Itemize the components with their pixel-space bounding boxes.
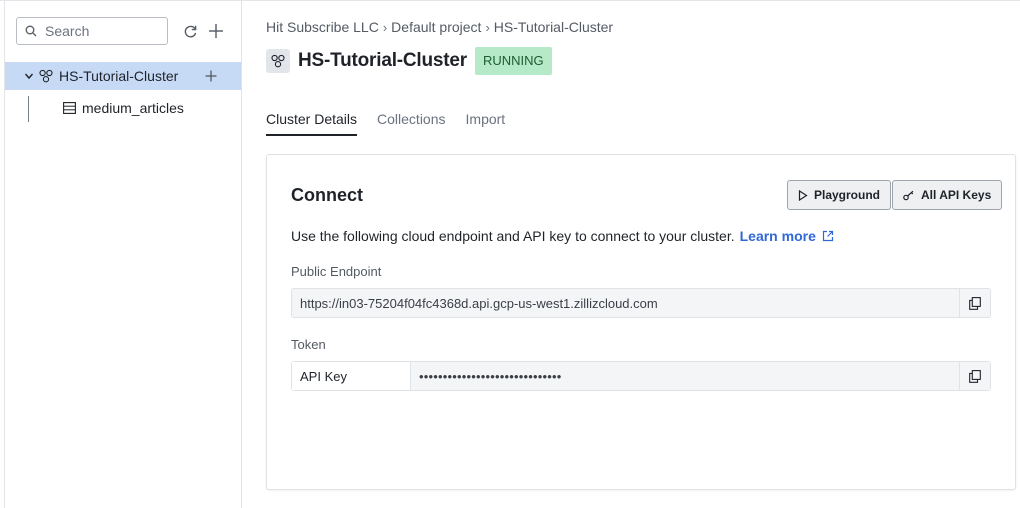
connect-description-text: Use the following cloud endpoint and API… — [291, 228, 735, 244]
table-icon — [63, 102, 76, 114]
token-label: Token — [291, 337, 326, 352]
chevron-right-icon: › — [485, 19, 490, 35]
tab-collections[interactable]: Collections — [377, 111, 445, 136]
breadcrumb-project[interactable]: Default project — [391, 19, 481, 35]
copy-icon — [969, 296, 981, 310]
add-collection-plus-icon[interactable] — [205, 70, 217, 82]
playground-button[interactable]: Playground — [787, 180, 892, 210]
tree-item-collection[interactable]: medium_articles — [63, 97, 184, 119]
title-row: HS-Tutorial-Cluster RUNNING — [266, 46, 552, 76]
chevron-down-icon[interactable] — [24, 71, 34, 81]
endpoint-value[interactable]: https://in03-75204f04fc4368d.api.gcp-us-… — [300, 296, 959, 311]
search-icon — [25, 25, 37, 37]
search-box[interactable] — [16, 17, 168, 45]
tab-import[interactable]: Import — [466, 111, 506, 136]
tree-item-cluster[interactable]: HS-Tutorial-Cluster — [5, 62, 241, 90]
status-badge: RUNNING — [474, 47, 552, 75]
connect-title: Connect — [291, 185, 363, 205]
key-icon — [903, 190, 914, 200]
learn-more-link[interactable]: Learn more — [740, 228, 816, 244]
token-prefix: API Key — [292, 362, 411, 390]
sidebar: HS-Tutorial-Cluster medium_articles — [4, 1, 242, 508]
cluster-icon — [39, 69, 53, 83]
main-content: Hit Subscribe LLC › Default project › HS… — [242, 1, 1020, 508]
search-input[interactable] — [45, 23, 155, 39]
chevron-right-icon: › — [382, 19, 388, 35]
tab-cluster-details[interactable]: Cluster Details — [266, 111, 358, 136]
breadcrumb-org[interactable]: Hit Subscribe LLC — [266, 19, 379, 35]
external-link-icon[interactable] — [822, 230, 834, 242]
tab-bar: Cluster Details Collections Import — [266, 111, 525, 136]
connect-description: Use the following cloud endpoint and API… — [291, 228, 834, 244]
tree-connector-line — [28, 96, 29, 122]
endpoint-field[interactable]: https://in03-75204f04fc4368d.api.gcp-us-… — [291, 288, 991, 318]
page-title: HS-Tutorial-Cluster — [298, 50, 467, 71]
all-api-keys-button[interactable]: All API Keys — [892, 180, 1003, 210]
copy-token-button[interactable] — [959, 362, 990, 390]
breadcrumb-cluster[interactable]: HS-Tutorial-Cluster — [494, 19, 613, 35]
token-masked-value[interactable]: •••••••••••••••••••••••••••••• — [411, 362, 959, 390]
token-field[interactable]: API Key •••••••••••••••••••••••••••••• — [291, 361, 991, 391]
endpoint-label: Public Endpoint — [291, 264, 382, 279]
play-icon — [798, 189, 808, 201]
all-api-keys-label: All API Keys — [921, 188, 992, 202]
tree-cluster-label: HS-Tutorial-Cluster — [59, 68, 179, 84]
cluster-icon — [266, 49, 290, 73]
copy-icon — [969, 369, 981, 383]
playground-label: Playground — [814, 188, 881, 202]
breadcrumb: Hit Subscribe LLC › Default project › HS… — [266, 19, 613, 35]
add-cluster-plus-icon[interactable] — [207, 22, 225, 40]
connect-card: Connect Playground All API Keys Use the … — [266, 154, 1016, 490]
copy-endpoint-button[interactable] — [959, 289, 990, 317]
refresh-icon[interactable] — [181, 22, 199, 40]
app-window: HS-Tutorial-Cluster medium_articles Hit … — [0, 0, 1020, 508]
tree-collection-label: medium_articles — [82, 100, 184, 116]
